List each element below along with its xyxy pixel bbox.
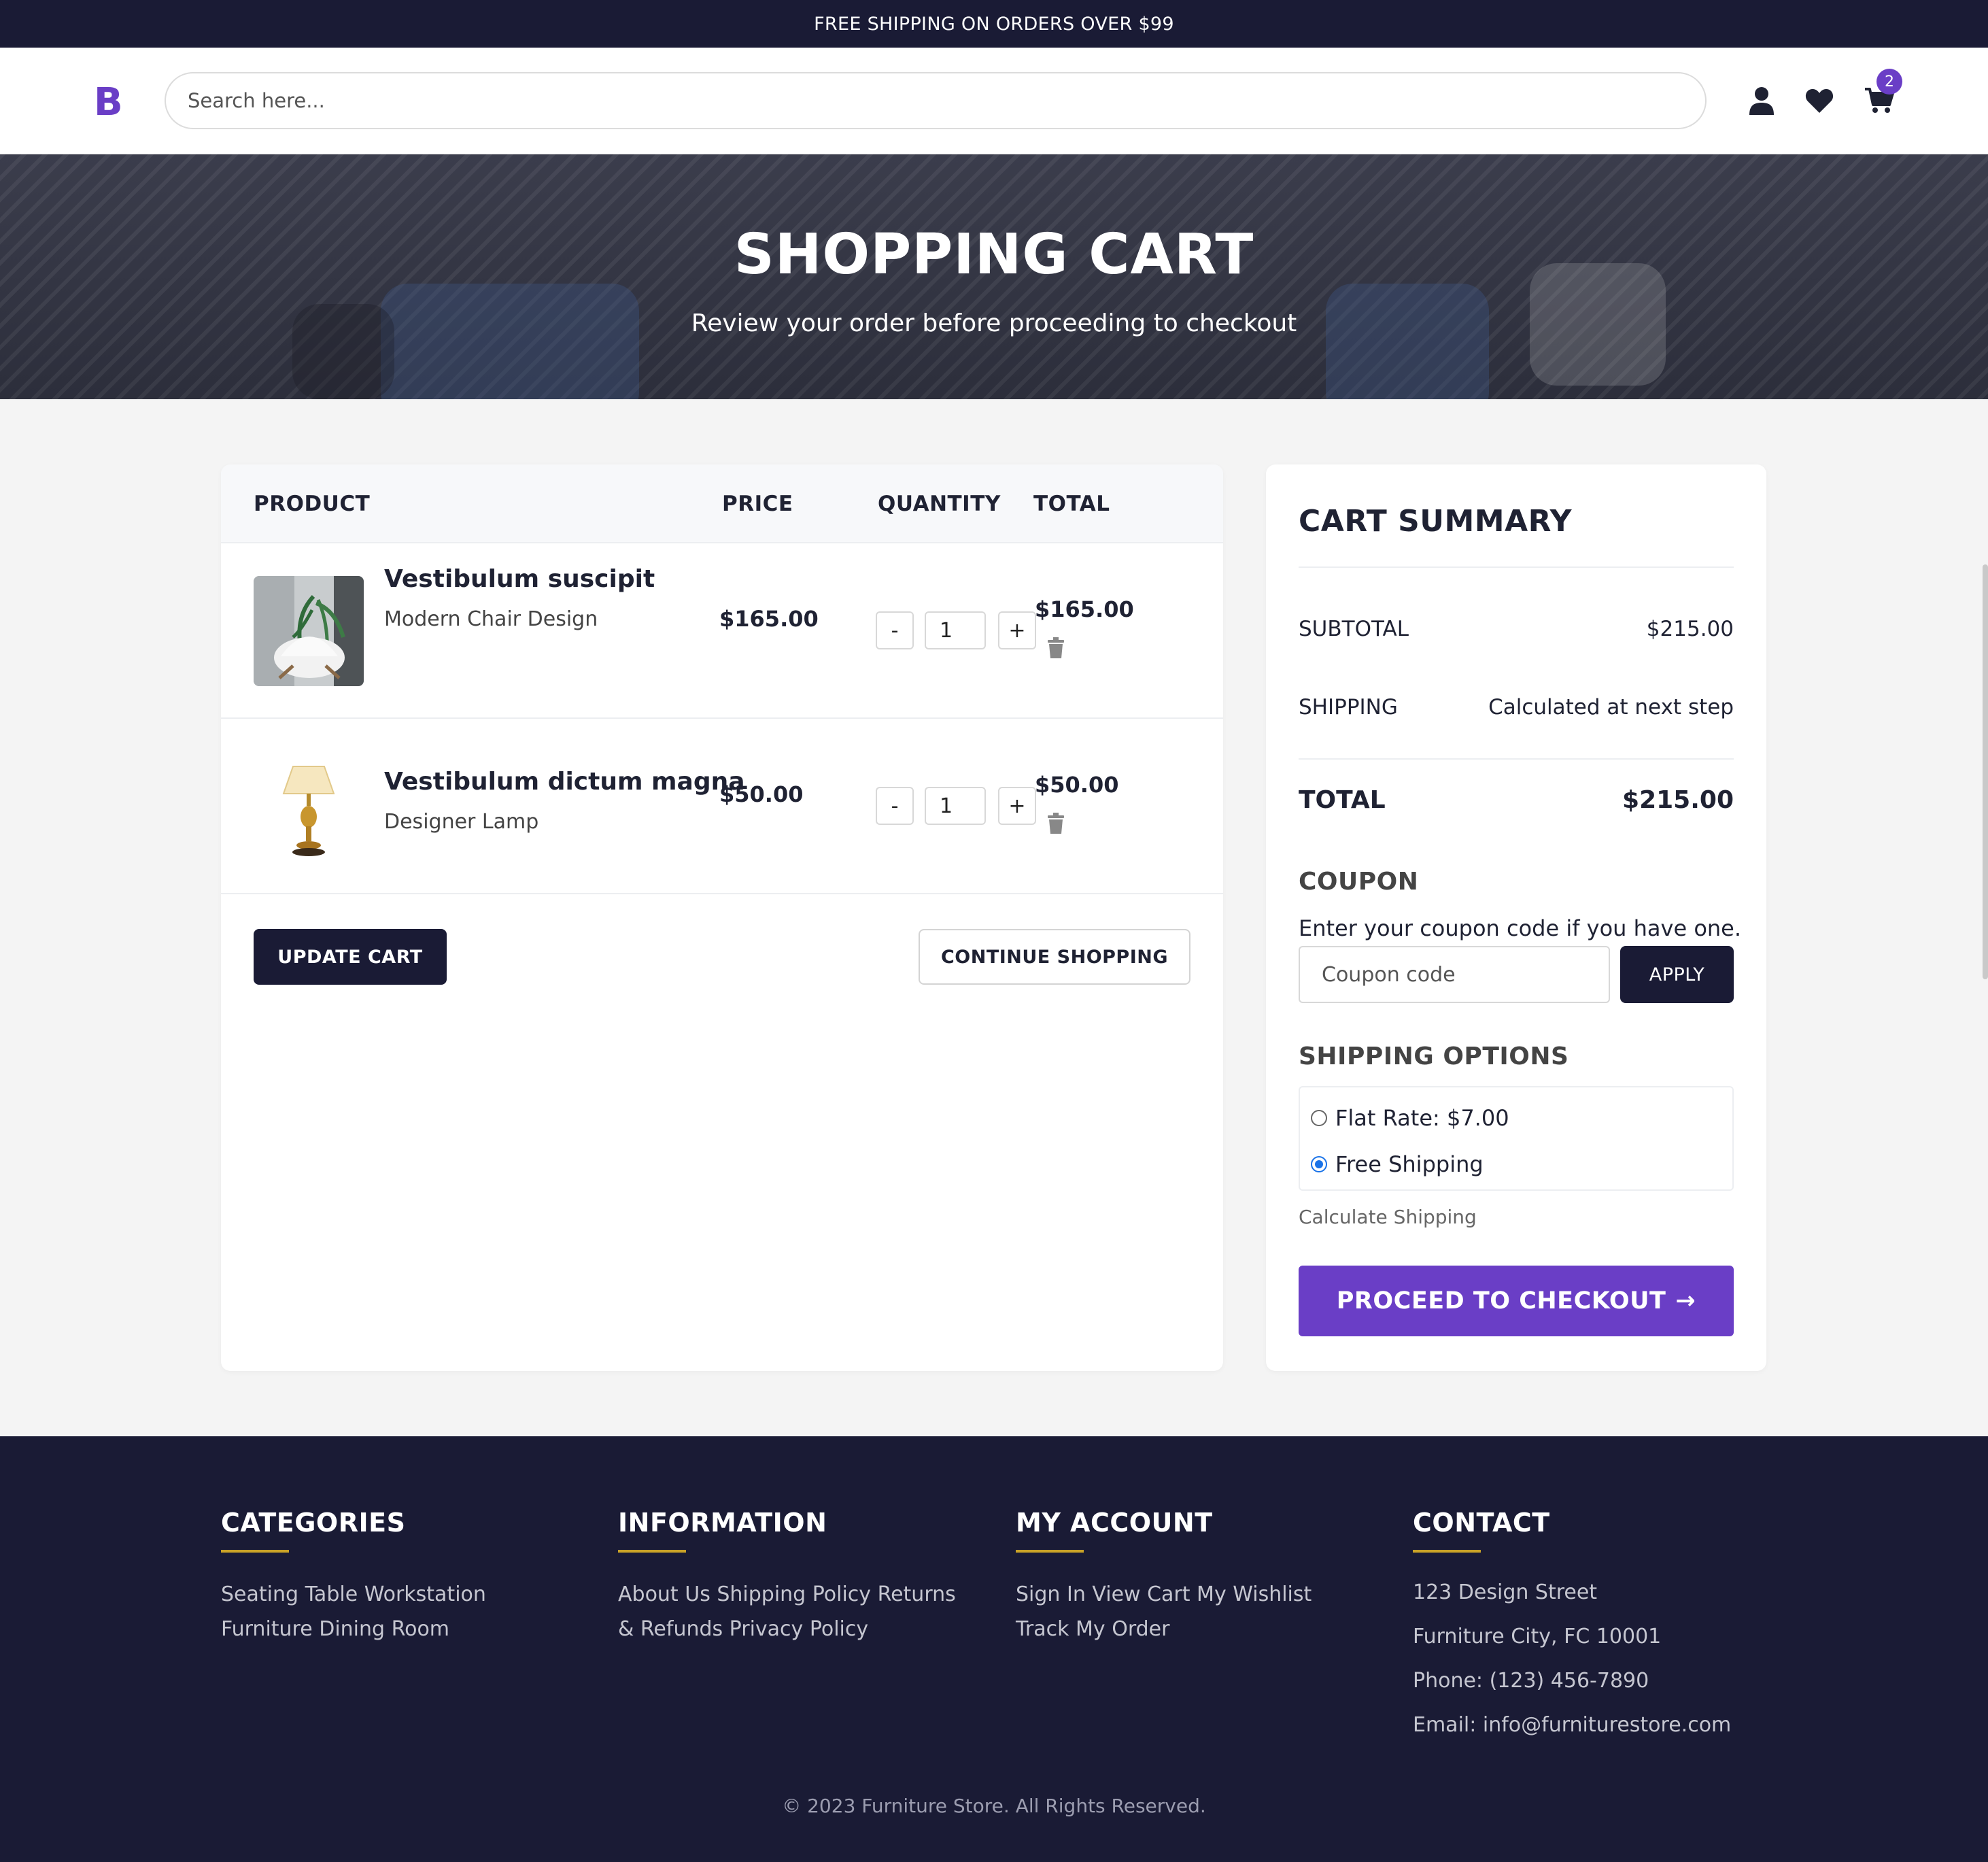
product-price: $165.00 — [719, 606, 819, 632]
column-total: TOTAL — [1033, 492, 1110, 516]
divider — [1299, 758, 1734, 760]
calculate-shipping-link[interactable]: Calculate Shipping — [1299, 1206, 1477, 1228]
promo-bar: FREE SHIPPING ON ORDERS OVER $99 — [0, 0, 1988, 48]
user-icon[interactable] — [1744, 83, 1779, 118]
heading-underline — [1016, 1550, 1084, 1553]
heading-underline — [1413, 1550, 1481, 1553]
product-description: Modern Chair Design — [384, 607, 598, 631]
footer-links[interactable]: Seating Table Workstation Furniture Dini… — [221, 1577, 575, 1646]
product-name[interactable]: Vestibulum dictum magna — [384, 768, 745, 796]
product-image-lamp[interactable] — [254, 751, 364, 862]
copyright: © 2023 Furniture Store. All Rights Reser… — [782, 1795, 1206, 1817]
table-row: Vestibulum suscipit Modern Chair Design … — [221, 543, 1223, 719]
coupon-help-text: Enter your coupon code if you have one. — [1299, 915, 1742, 941]
cart-count-badge: 2 — [1876, 69, 1902, 95]
product-image-chair[interactable] — [254, 576, 364, 686]
subtotal-value: $215.00 — [1646, 617, 1734, 641]
site-footer: CATEGORIES Seating Table Workstation Fur… — [0, 1436, 1988, 1862]
cart-summary: CART SUMMARY SUBTOTAL $215.00 SHIPPING C… — [1266, 464, 1766, 1371]
footer-links[interactable]: About Us Shipping Policy Returns & Refun… — [618, 1577, 972, 1646]
heading-underline — [618, 1550, 686, 1553]
footer-my-account: MY ACCOUNT Sign In View Cart My Wishlist… — [1016, 1508, 1383, 1646]
footer-heading: MY ACCOUNT — [1016, 1508, 1213, 1538]
shipping-option-label: Flat Rate: $7.00 — [1335, 1105, 1509, 1131]
footer-contact: CONTACT 123 Design Street Furniture City… — [1413, 1508, 1780, 1747]
contact-email[interactable]: Email: info@furniturestore.com — [1413, 1703, 1780, 1747]
shipping-option-free[interactable]: Free Shipping — [1311, 1151, 1484, 1177]
product-description: Designer Lamp — [384, 810, 539, 834]
table-row: Vestibulum dictum magna Designer Lamp $5… — [221, 719, 1223, 894]
cart-table: PRODUCT PRICE QUANTITY TOTAL Vestibulum … — [221, 464, 1223, 1371]
page-scrollbar[interactable] — [1983, 564, 1988, 979]
shipping-options-heading: SHIPPING OPTIONS — [1299, 1043, 1569, 1070]
continue-shopping-button[interactable]: CONTINUE SHOPPING — [919, 929, 1190, 985]
footer-heading: CATEGORIES — [221, 1508, 406, 1538]
coupon-heading: COUPON — [1299, 868, 1419, 896]
heading-underline — [221, 1550, 289, 1553]
footer-information: INFORMATION About Us Shipping Policy Ret… — [618, 1508, 985, 1646]
arrow-right-icon: → — [1675, 1287, 1696, 1315]
trash-icon[interactable] — [1047, 813, 1065, 834]
proceed-to-checkout-button[interactable]: PROCEED TO CHECKOUT → — [1299, 1266, 1734, 1336]
coupon-input[interactable] — [1299, 946, 1610, 1003]
line-total: $50.00 — [1035, 772, 1119, 798]
promo-text: FREE SHIPPING ON ORDERS OVER $99 — [814, 13, 1174, 35]
radio-button-selected[interactable] — [1311, 1156, 1327, 1172]
shipping-label: SHIPPING — [1299, 695, 1398, 720]
shipping-value: Calculated at next step — [1488, 695, 1734, 720]
subtotal-label: SUBTOTAL — [1299, 617, 1409, 641]
divider — [1299, 566, 1734, 568]
search-input[interactable] — [165, 72, 1707, 129]
hero-bg-shape — [1326, 284, 1489, 399]
increase-quantity-button[interactable]: + — [998, 611, 1036, 649]
contact-details: 123 Design Street Furniture City, FC 100… — [1413, 1570, 1780, 1747]
site-header: B 2 — [0, 48, 1988, 154]
page-title: SHOPPING CART — [734, 222, 1254, 287]
product-price: $50.00 — [719, 781, 804, 807]
footer-heading: INFORMATION — [618, 1508, 827, 1538]
cart-table-header: PRODUCT PRICE QUANTITY TOTAL — [221, 464, 1223, 543]
contact-phone[interactable]: Phone: (123) 456-7890 — [1413, 1659, 1780, 1703]
contact-address: 123 Design Street — [1413, 1580, 1598, 1604]
quantity-input[interactable] — [925, 611, 986, 649]
column-quantity: QUANTITY — [878, 492, 1001, 516]
footer-heading: CONTACT — [1413, 1508, 1550, 1538]
total-value: $215.00 — [1622, 786, 1734, 814]
column-product: PRODUCT — [254, 492, 371, 516]
column-price: PRICE — [722, 492, 793, 516]
logo[interactable]: B — [94, 80, 123, 124]
line-total: $165.00 — [1035, 596, 1134, 622]
hero-bg-shape — [381, 284, 639, 399]
page-subtitle: Review your order before proceeding to c… — [691, 309, 1297, 337]
total-label: TOTAL — [1299, 786, 1386, 814]
quantity-input[interactable] — [925, 787, 986, 825]
contact-city: Furniture City, FC 10001 — [1413, 1625, 1662, 1648]
decrease-quantity-button[interactable]: - — [876, 787, 914, 825]
update-cart-button[interactable]: UPDATE CART — [254, 929, 447, 985]
shipping-options: Flat Rate: $7.00 Free Shipping — [1299, 1086, 1734, 1191]
hero-banner: SHOPPING CART Review your order before p… — [0, 154, 1988, 399]
footer-links[interactable]: Sign In View Cart My Wishlist Track My O… — [1016, 1577, 1369, 1646]
footer-categories: CATEGORIES Seating Table Workstation Fur… — [221, 1508, 588, 1646]
radio-button[interactable] — [1311, 1110, 1327, 1126]
product-name[interactable]: Vestibulum suscipit — [384, 565, 655, 593]
heart-icon[interactable] — [1802, 83, 1837, 118]
shipping-option-flat-rate[interactable]: Flat Rate: $7.00 — [1311, 1105, 1509, 1131]
increase-quantity-button[interactable]: + — [998, 787, 1036, 825]
apply-coupon-button[interactable]: APPLY — [1620, 946, 1734, 1003]
shipping-option-label: Free Shipping — [1335, 1151, 1484, 1177]
checkout-label: PROCEED TO CHECKOUT — [1336, 1287, 1666, 1315]
summary-title: CART SUMMARY — [1299, 504, 1572, 539]
decrease-quantity-button[interactable]: - — [876, 611, 914, 649]
trash-icon[interactable] — [1047, 637, 1065, 659]
